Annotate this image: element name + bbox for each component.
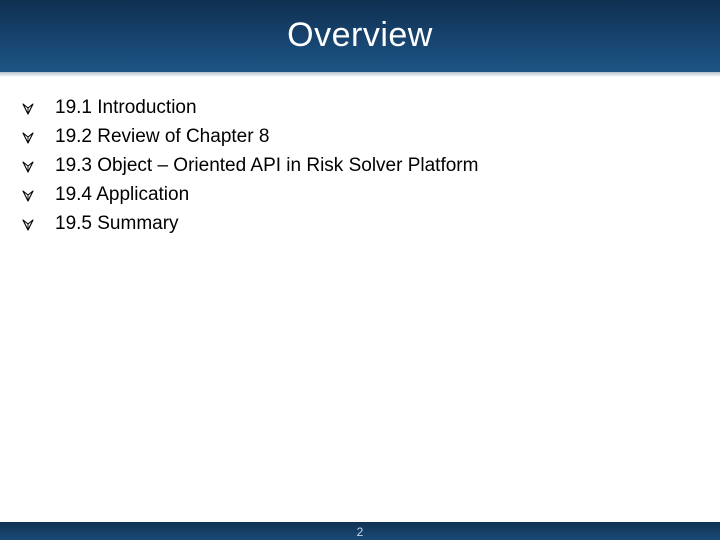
slide: Overview 19.1 Introduction 19.2 Review o…: [0, 0, 720, 540]
bullet-text: 19.2 Review of Chapter 8: [55, 125, 270, 147]
diamond-arrow-bullet-icon: [22, 189, 34, 202]
diamond-arrow-bullet-icon: [22, 102, 34, 115]
list-item: 19.1 Introduction: [22, 93, 478, 122]
slide-title: Overview: [287, 16, 433, 54]
list-item: 19.5 Summary: [22, 209, 478, 238]
bullet-text: 19.3 Object – Oriented API in Risk Solve…: [55, 154, 479, 176]
diamond-arrow-bullet-icon: [22, 160, 34, 173]
bullet-text: 19.1 Introduction: [55, 96, 197, 118]
title-bar: Overview: [0, 0, 720, 77]
diamond-arrow-bullet-icon: [22, 131, 34, 144]
list-item: 19.4 Application: [22, 180, 478, 209]
footer-bar: 2: [0, 522, 720, 540]
bullet-list: 19.1 Introduction 19.2 Review of Chapter…: [22, 93, 478, 238]
page-number: 2: [356, 525, 364, 539]
bullet-text: 19.5 Summary: [55, 212, 179, 234]
bullet-text: 19.4 Application: [55, 183, 190, 205]
diamond-arrow-bullet-icon: [22, 218, 34, 231]
list-item: 19.2 Review of Chapter 8: [22, 122, 478, 151]
list-item: 19.3 Object – Oriented API in Risk Solve…: [22, 151, 478, 180]
